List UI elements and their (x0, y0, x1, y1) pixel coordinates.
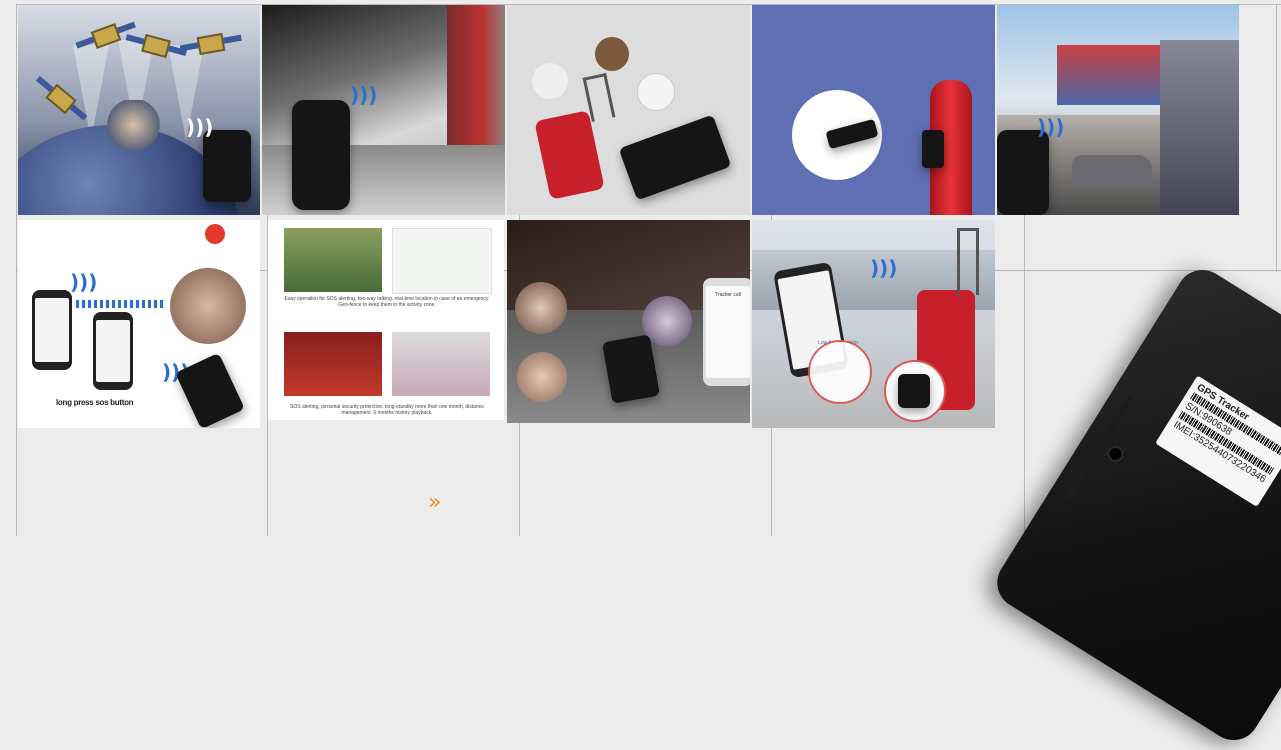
gallery-image-satellite[interactable]: ))) (18, 5, 260, 215)
mic-hole (1107, 445, 1124, 463)
satellite-icon (196, 32, 226, 56)
child-map-illustration (392, 228, 492, 294)
gallery-image-safety[interactable]: Easy operation for SOS alerting, two-way… (268, 220, 504, 420)
grid-line-v1 (16, 4, 17, 536)
phone-calling (32, 290, 72, 370)
tracker-device (292, 100, 350, 210)
tracker-device (997, 130, 1049, 215)
tracker-device (618, 114, 732, 201)
tracker-device (825, 118, 879, 150)
panel-text-bottom: SOS alerting, personal security protecti… (290, 404, 484, 416)
photo-circle (515, 282, 567, 334)
luggage-photo (392, 332, 490, 396)
zoom-circle (808, 340, 872, 404)
voice-wave (76, 300, 166, 308)
gallery-image-truck[interactable]: ))) (262, 5, 505, 215)
signal-icon: ))) (70, 270, 98, 294)
container-ship (1057, 45, 1167, 105)
next-arrow-icon[interactable]: » (428, 490, 441, 515)
satellite-icon (90, 23, 122, 49)
signal-icon: ))) (870, 256, 898, 280)
gallery-image-airport[interactable]: Low battery alarm ))) (752, 220, 995, 428)
gallery-image-call[interactable]: Tracker call (507, 220, 750, 423)
motorcycle-photo (1160, 40, 1239, 215)
grid-line-v6 (1276, 4, 1277, 272)
zoom-circle (792, 90, 882, 180)
gallery-image-luggage[interactable] (507, 5, 750, 215)
call-title: Tracker call (715, 292, 741, 298)
photo-circle (532, 63, 568, 99)
elderly-couple-photo (284, 228, 382, 292)
red-suitcase (534, 110, 605, 200)
photo-circle (170, 268, 246, 344)
zoom-circle (884, 360, 946, 422)
phone-map (93, 312, 133, 390)
gallery-image-vehicles[interactable]: ))) (997, 5, 1239, 215)
panel-text-top: Easy operation for SOS alerting, two-way… (284, 296, 490, 308)
signal-icon: ))) (1037, 115, 1065, 139)
tracker-device (922, 130, 944, 168)
sos-badge (205, 224, 225, 244)
sos-caption: long press sos button (56, 398, 134, 407)
tracker-device (203, 130, 251, 202)
side-slot (1064, 395, 1134, 501)
truck (447, 5, 505, 155)
car (1072, 155, 1152, 185)
workers-photo (284, 332, 382, 396)
tracker-device (898, 374, 930, 408)
gallery-image-extinguisher[interactable] (752, 5, 995, 215)
photo-circle (517, 352, 567, 402)
gps-tracker-device: GPS Tracker S/N:990638 IMEI:352544073220… (987, 260, 1281, 750)
signal-icon: ))) (186, 115, 214, 139)
photo-circle (637, 73, 675, 111)
gallery-image-sos[interactable]: ))) ))) long press sos button (18, 220, 260, 428)
device-label: GPS Tracker S/N:990638 IMEI:352544073220… (1155, 375, 1281, 507)
signal-icon: ))) (350, 83, 378, 107)
suitcase-handle (957, 228, 979, 295)
photo-circle (595, 37, 629, 71)
family-group (106, 100, 161, 150)
